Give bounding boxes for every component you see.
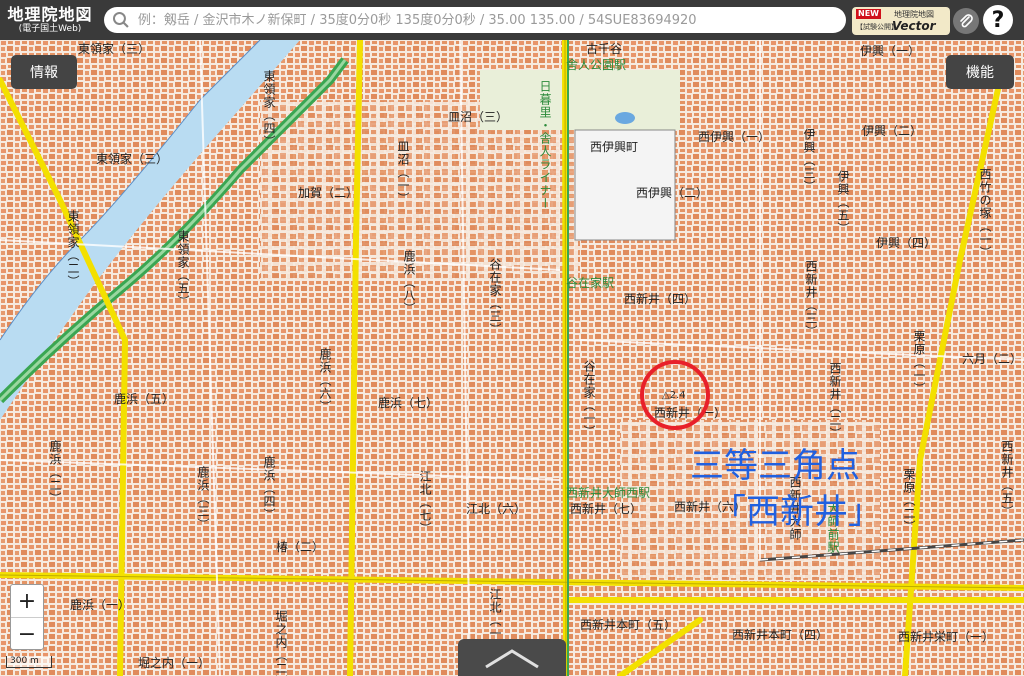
map-label: 堀之内（一）	[138, 656, 211, 670]
zoom-control: + −	[10, 584, 44, 650]
map-label: 西新井本町（四）	[732, 628, 829, 642]
map-label: 西伊興（一）	[698, 130, 771, 144]
map-canvas[interactable]: 東領家（三） 東領家（四） 東領家（三） 東領家（二） 東領家（五） 皿沼（三）…	[0, 40, 1024, 676]
bottom-panel-toggle[interactable]	[458, 639, 566, 676]
map-label: 鹿浜（三）	[196, 466, 210, 531]
map-label: 鹿浜（二）	[48, 440, 62, 505]
header-bar: 地理院地図 (電子国土Web) NEW 地理院地図 【試験公開】 Vector …	[0, 0, 1024, 40]
map-label: 鹿浜（七）	[378, 396, 439, 410]
vector-button-label: Vector	[892, 19, 936, 33]
map-label: 東領家（五）	[176, 230, 190, 308]
map-label: 西新井栄町（一）	[898, 630, 995, 644]
scale-bar: 300 m	[6, 656, 52, 668]
paperclip-icon	[960, 14, 973, 28]
annotation-name: 「西新井」	[712, 492, 882, 532]
chevron-up-icon	[485, 648, 539, 668]
railway-label: 日暮里・舎人ライナー	[538, 80, 552, 210]
map-label: 栗原（二）	[902, 468, 916, 533]
map-label: 西新井本町（五）	[580, 618, 677, 632]
map-label: 伊興（一）	[860, 44, 921, 58]
map-label: 西伊興町	[590, 140, 639, 154]
map-label: 鹿浜（四）	[262, 456, 276, 521]
vector-map-button[interactable]: NEW 地理院地図 【試験公開】 Vector	[852, 7, 950, 35]
station-label: 西新井大師西駅	[566, 486, 651, 500]
map-label: 西新井（五）	[1000, 440, 1014, 518]
map-label: 鹿浜（六）	[318, 348, 332, 413]
map-label: 伊興（四）	[876, 236, 937, 250]
search-box[interactable]	[104, 7, 846, 33]
map-label: 東領家（二）	[66, 210, 80, 288]
map-label: 東領家（三）	[78, 42, 151, 56]
map-label: 鹿浜（五）	[114, 392, 175, 406]
map-label: 谷在家（一）	[582, 360, 596, 438]
map-label: 西新井（七）	[570, 502, 643, 516]
new-badge: NEW	[856, 9, 881, 19]
triangulation-point-label: △2.4	[662, 390, 686, 401]
function-button[interactable]: 機能	[946, 55, 1014, 89]
map-label: 加賀（二）	[298, 186, 359, 200]
map-label: 栗原（一）	[912, 330, 926, 395]
search-icon	[112, 12, 129, 28]
map-label: 西新井（四）	[624, 292, 697, 306]
map-label: 西伊興（二）	[636, 186, 709, 200]
help-button[interactable]: ?	[983, 5, 1013, 35]
map-label: 西新井（二）	[828, 362, 842, 440]
logo-subtitle: (電子国土Web)	[18, 23, 82, 34]
map-label: 東領家（三）	[96, 152, 169, 166]
map-label: 西新井（三）	[804, 260, 818, 338]
zoom-out-button[interactable]: −	[11, 618, 43, 650]
paperclip-button[interactable]	[953, 8, 979, 34]
map-label: 椿（二）	[276, 540, 325, 554]
map-label: 谷在家（三）	[488, 258, 502, 336]
map-label: 鹿浜（一）	[70, 598, 131, 612]
map-label: 古千谷	[586, 42, 623, 56]
map-label: 江北（七）	[418, 470, 432, 535]
annotation-title: 三等三角点	[690, 446, 860, 486]
question-mark-icon: ?	[991, 7, 1005, 33]
map-label: 東領家（四）	[262, 70, 276, 148]
map-label: 伊興（三）	[802, 128, 816, 193]
map-label: 皿沼（一）	[396, 140, 410, 205]
site-logo[interactable]: 地理院地図 (電子国土Web)	[0, 0, 100, 40]
station-label: 舎人公園駅	[566, 58, 627, 72]
zoom-in-button[interactable]: +	[11, 585, 43, 618]
map-label: 西竹の塚（一）	[978, 168, 992, 259]
map-label: 伊興（二）	[862, 124, 923, 138]
map-label: 江北（六）	[466, 502, 527, 516]
info-button[interactable]: 情報	[11, 55, 77, 89]
search-input[interactable]	[135, 8, 846, 32]
map-label: 六月（二）	[962, 352, 1023, 366]
map-label: 皿沼（三）	[448, 110, 509, 124]
logo-title: 地理院地図	[7, 4, 93, 24]
station-label: 谷在家駅	[566, 276, 615, 290]
map-label: 鹿浜（八）	[402, 250, 416, 315]
map-label: 堀之内（二）	[274, 610, 288, 676]
map-label: 伊興（五）	[836, 170, 850, 235]
